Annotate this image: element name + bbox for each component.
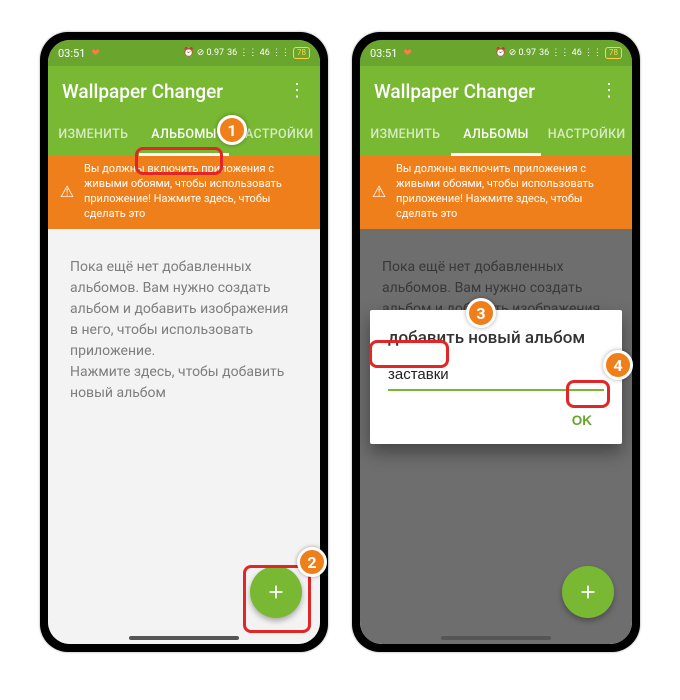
app-title: Wallpaper Changer <box>374 80 600 103</box>
callout-badge-4: 4 <box>603 350 633 380</box>
warning-banner[interactable]: ⚠ Вы должны включить приложения с живыми… <box>360 156 632 229</box>
callout-badge-2: 2 <box>297 547 327 577</box>
tab-change[interactable]: ИЗМЕНИТЬ <box>48 116 139 156</box>
status-heart-icon: ❤ <box>403 48 411 59</box>
callout-badge-3: 3 <box>466 298 496 328</box>
warning-banner[interactable]: ⚠ Вы должны включить приложения с живыми… <box>48 156 320 229</box>
plus-icon <box>577 581 599 603</box>
add-album-fab[interactable] <box>250 566 302 618</box>
phone-frame-left: 03:51 ❤ ⏰ ⊘ 0.97 36 ⋮⋮ 46 ⋮⋮ 78 Wallpape… <box>40 32 328 652</box>
callout-badge-1: 1 <box>217 115 247 145</box>
status-indicators: ⏰ ⊘ 0.97 36 ⋮⋮ 46 ⋮⋮ 78 <box>495 47 622 59</box>
status-bar: 03:51 ❤ ⏰ ⊘ 0.97 36 ⋮⋮ 46 ⋮⋮ 78 <box>48 40 320 66</box>
nav-pill <box>129 636 239 640</box>
warning-text: Вы должны включить приложения с живыми о… <box>390 162 622 221</box>
warning-text: Вы должны включить приложения с живыми о… <box>78 162 310 221</box>
app-title: Wallpaper Changer <box>62 80 288 103</box>
app-bar: Wallpaper Changer ⋮ <box>360 66 632 116</box>
status-bar: 03:51 ❤ ⏰ ⊘ 0.97 36 ⋮⋮ 46 ⋮⋮ 78 <box>360 40 632 66</box>
phone-frame-right: 03:51 ❤ ⏰ ⊘ 0.97 36 ⋮⋮ 46 ⋮⋮ 78 Wallpape… <box>352 32 640 652</box>
overflow-menu-icon[interactable]: ⋮ <box>600 82 618 100</box>
screen-right: 03:51 ❤ ⏰ ⊘ 0.97 36 ⋮⋮ 46 ⋮⋮ 78 Wallpape… <box>360 40 632 644</box>
dialog-ok-button[interactable]: OK <box>560 407 604 434</box>
app-bar: Wallpaper Changer ⋮ <box>48 66 320 116</box>
warning-icon: ⚠ <box>368 181 390 203</box>
status-time: 03:51 <box>370 47 397 60</box>
overflow-menu-icon[interactable]: ⋮ <box>288 82 306 100</box>
warning-icon: ⚠ <box>56 181 78 203</box>
battery-icon: 78 <box>293 47 310 59</box>
plus-icon <box>265 581 287 603</box>
tab-change[interactable]: ИЗМЕНИТЬ <box>360 116 451 156</box>
add-album-fab[interactable] <box>562 566 614 618</box>
battery-icon: 78 <box>605 47 622 59</box>
tab-albums[interactable]: АЛЬБОМЫ <box>139 116 230 156</box>
tab-bar: ИЗМЕНИТЬ АЛЬБОМЫ НАСТРОЙКИ <box>48 116 320 156</box>
album-name-input[interactable] <box>388 362 604 391</box>
status-heart-icon: ❤ <box>91 48 99 59</box>
status-indicators: ⏰ ⊘ 0.97 36 ⋮⋮ 46 ⋮⋮ 78 <box>183 47 310 59</box>
screen-left: 03:51 ❤ ⏰ ⊘ 0.97 36 ⋮⋮ 46 ⋮⋮ 78 Wallpape… <box>48 40 320 644</box>
new-album-dialog: добавить новый альбом OK <box>370 310 622 444</box>
status-time: 03:51 <box>58 47 85 60</box>
tab-albums[interactable]: АЛЬБОМЫ <box>451 116 542 156</box>
tab-bar: ИЗМЕНИТЬ АЛЬБОМЫ НАСТРОЙКИ <box>360 116 632 156</box>
dialog-title: добавить новый альбом <box>388 328 604 348</box>
tab-settings[interactable]: НАСТРОЙКИ <box>541 116 632 156</box>
nav-pill <box>441 636 551 640</box>
